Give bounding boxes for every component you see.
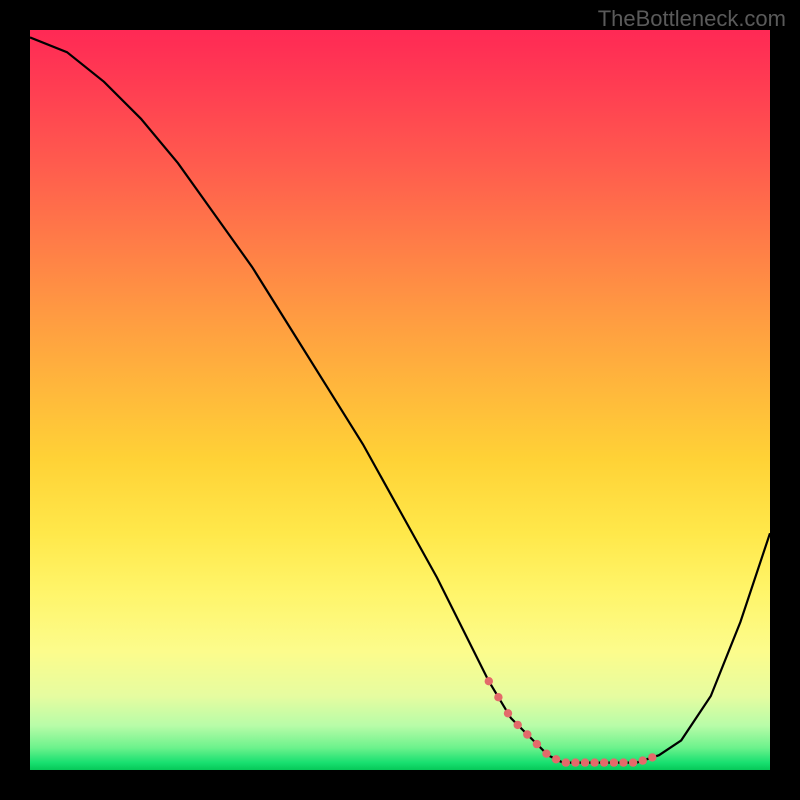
highlight-dot: [610, 758, 618, 766]
attribution-label: TheBottleneck.com: [598, 6, 786, 32]
highlight-dot: [648, 753, 656, 761]
highlight-dot: [562, 758, 570, 766]
highlight-dot: [514, 721, 522, 729]
highlight-dot: [533, 740, 541, 748]
bottleneck-curve-line: [30, 37, 770, 762]
highlight-dot: [523, 730, 531, 738]
highlight-dot: [619, 758, 627, 766]
highlight-dot: [639, 756, 647, 764]
highlight-dot-zone: [485, 677, 657, 767]
highlight-dot: [504, 709, 512, 717]
highlight-dot: [590, 758, 598, 766]
highlight-dot: [629, 758, 637, 766]
chart-curve-svg: [30, 30, 770, 770]
highlight-dot: [581, 758, 589, 766]
chart-plot-area: [30, 30, 770, 770]
highlight-dot: [542, 750, 550, 758]
highlight-dot: [600, 758, 608, 766]
highlight-dot: [494, 693, 502, 701]
highlight-dot: [485, 677, 493, 685]
highlight-dot: [552, 755, 560, 763]
highlight-dot: [571, 758, 579, 766]
